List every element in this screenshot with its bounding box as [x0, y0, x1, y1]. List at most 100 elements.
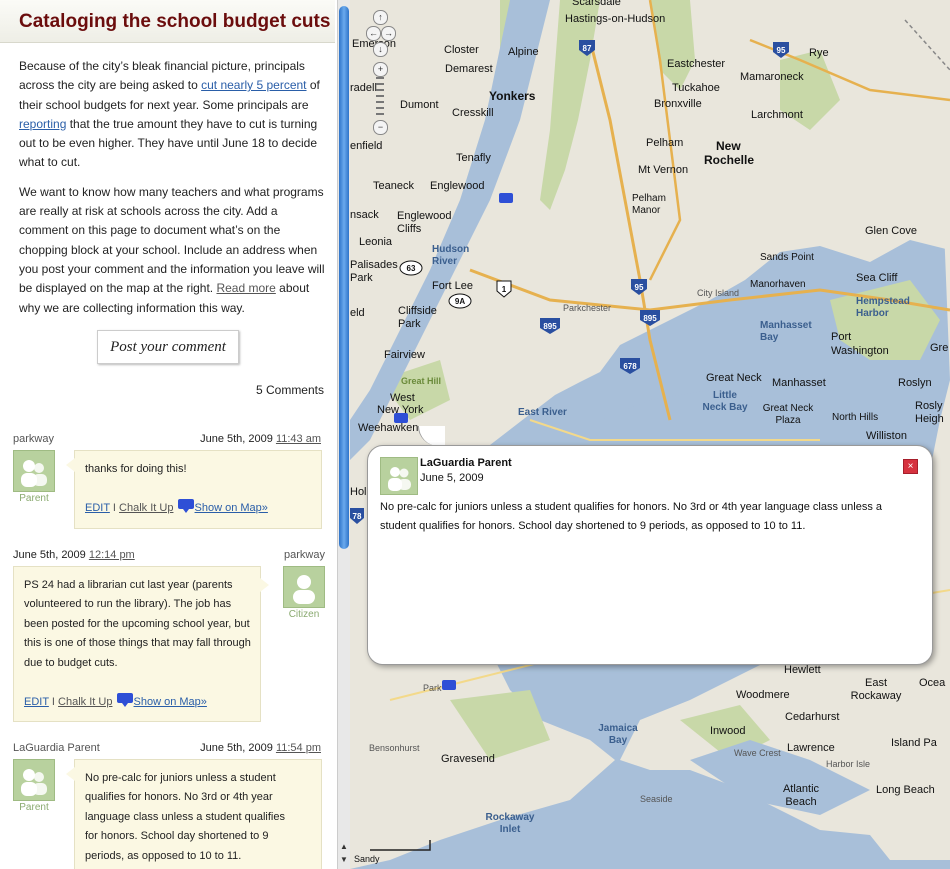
map-label: Weehawken [358, 422, 419, 434]
map-label: Manorhaven [750, 279, 806, 290]
comment-map-marker[interactable] [442, 680, 456, 690]
comment-time-link[interactable]: 11:54 pm [276, 742, 321, 754]
map-label: Cedarhurst [785, 711, 840, 723]
map-label: Great Neck Plaza [762, 403, 814, 426]
comment-count: 5 Comments [255, 383, 324, 397]
map-label: Rochelle [704, 153, 755, 167]
show-on-map-link[interactable]: Show on Map» [134, 696, 207, 708]
map-label: Bronxville [654, 98, 702, 110]
map-label: Demarest [445, 63, 493, 75]
map-label: Sandy [354, 854, 380, 864]
map-label: eld [350, 307, 365, 319]
map-label: nsack [350, 209, 379, 221]
scrollbar-thumb[interactable] [339, 6, 349, 549]
show-on-map-link[interactable]: Show on Map» [195, 502, 268, 514]
intro-paragraph-2: We want to know how many teachers and wh… [19, 183, 327, 318]
map-label: Lawrence [787, 742, 835, 754]
user-silhouette-icon [21, 769, 47, 796]
pan-left-button[interactable]: ← [366, 26, 381, 41]
map-label: Tenafly [456, 152, 491, 164]
map-label: Long Beach [876, 784, 935, 796]
comment-text: PS 24 had a librarian cut last year (par… [24, 579, 251, 669]
comment-text: No pre-calc for juniors unless a student… [85, 772, 285, 862]
map-label: Glen Cove [865, 225, 917, 237]
map-marker-icon [177, 499, 194, 513]
map-label: Scarsdale [572, 0, 621, 8]
comment-bubble: No pre-calc for juniors unless a student… [74, 759, 322, 869]
bubble-pointer [66, 458, 75, 472]
separator: I [51, 696, 55, 708]
map-label: Parkchester [563, 303, 612, 313]
post-comment-button[interactable]: Post your comment [97, 330, 239, 364]
separator: I [112, 502, 116, 514]
map-label: Pelham Manor [632, 193, 666, 216]
intro-text: Because of the city’s bleak financial pi… [19, 57, 327, 328]
cut-link[interactable]: cut nearly 5 percent [201, 78, 306, 92]
map-label: Wave Crest [734, 748, 781, 758]
comment-actions: EDIT I Chalk It Up Show on Map» [85, 498, 268, 518]
comments-panel: Cataloging the school budget cuts Becaus… [0, 0, 337, 869]
comment-text: thanks for doing this! [85, 463, 187, 475]
zoom-in-button[interactable]: + [373, 62, 388, 77]
map-label: Island Pa [891, 737, 937, 749]
popup-author: LaGuardia Parent [420, 457, 512, 469]
comment-date-text: June 5th, 2009 [200, 742, 273, 754]
map-label: Hudson River [432, 244, 470, 267]
map-label: Harbor Isle [826, 759, 871, 769]
scroll-up-arrow[interactable]: ▲ [340, 842, 348, 851]
map-label: Sea Cliff [856, 272, 898, 284]
map-label: Leonia [359, 236, 393, 248]
map-label: Dumont [400, 99, 439, 111]
panel-scrollbar[interactable]: ▲ ▼ [337, 0, 351, 869]
avatar [283, 566, 325, 608]
comment-date-text: June 5th, 2009 [13, 549, 86, 561]
map-label: Englewood [430, 180, 485, 192]
map-label: Gre [930, 342, 949, 354]
map-label: Cresskill [452, 107, 494, 119]
comment-time-link[interactable]: 12:14 pm [89, 549, 135, 561]
reporting-link[interactable]: reporting [19, 117, 66, 131]
map-label: Fairview [384, 349, 425, 361]
scroll-down-arrow[interactable]: ▼ [340, 855, 348, 864]
map-label: City Island [697, 288, 740, 298]
map-label: Jamaica Bay [598, 723, 638, 746]
map-navigation-control: ↑ ← → ↓ + − [366, 8, 396, 138]
zoom-out-button[interactable]: − [373, 120, 388, 135]
map-label: Roslyn [898, 377, 932, 389]
edit-link[interactable]: EDIT [85, 502, 110, 514]
map-marker-icon [116, 693, 133, 707]
edit-link[interactable]: EDIT [24, 696, 49, 708]
intro-text-2a: We want to know how many teachers and wh… [19, 184, 325, 296]
map-label: Atlantic Beach [782, 783, 820, 808]
chalk-it-up-link[interactable]: Chalk It Up [119, 502, 173, 514]
map-label: Bensonhurst [369, 743, 420, 753]
avatar-role: Citizen [288, 609, 320, 620]
map-label: Rye [809, 47, 829, 59]
map-label: Mamaroneck [740, 71, 804, 83]
pan-down-button[interactable]: ↓ [373, 42, 388, 57]
map-label: Hastings-on-Hudson [565, 13, 666, 25]
map-label: Tuckahoe [672, 82, 720, 94]
popup-date: June 5, 2009 [420, 472, 484, 484]
comment-date-text: June 5th, 2009 [200, 433, 273, 445]
map-label: Teaneck [373, 180, 414, 192]
avatar [13, 450, 55, 492]
user-silhouette-icon [293, 575, 315, 604]
close-icon[interactable]: × [903, 459, 918, 474]
map-label: Park [423, 683, 442, 693]
bubble-pointer [66, 767, 75, 781]
pan-up-button[interactable]: ↑ [373, 10, 388, 25]
comment-time-link[interactable]: 11:43 am [276, 433, 321, 445]
read-more-link[interactable]: Read more [216, 281, 275, 295]
zoom-slider-track[interactable] [376, 77, 384, 117]
map-label: Englewood Cliffs [397, 210, 452, 235]
chalk-it-up-link[interactable]: Chalk It Up [58, 696, 112, 708]
map-label: Fort Lee [432, 280, 473, 292]
comment-map-marker[interactable] [499, 193, 513, 203]
map-label: Inwood [710, 725, 746, 737]
pan-right-button[interactable]: → [381, 26, 396, 41]
comment-map-marker[interactable] [394, 413, 408, 423]
map-label: Sands Point [760, 252, 814, 263]
map-label: East Rockaway [850, 677, 902, 702]
map-label: Hewlett [784, 664, 821, 676]
